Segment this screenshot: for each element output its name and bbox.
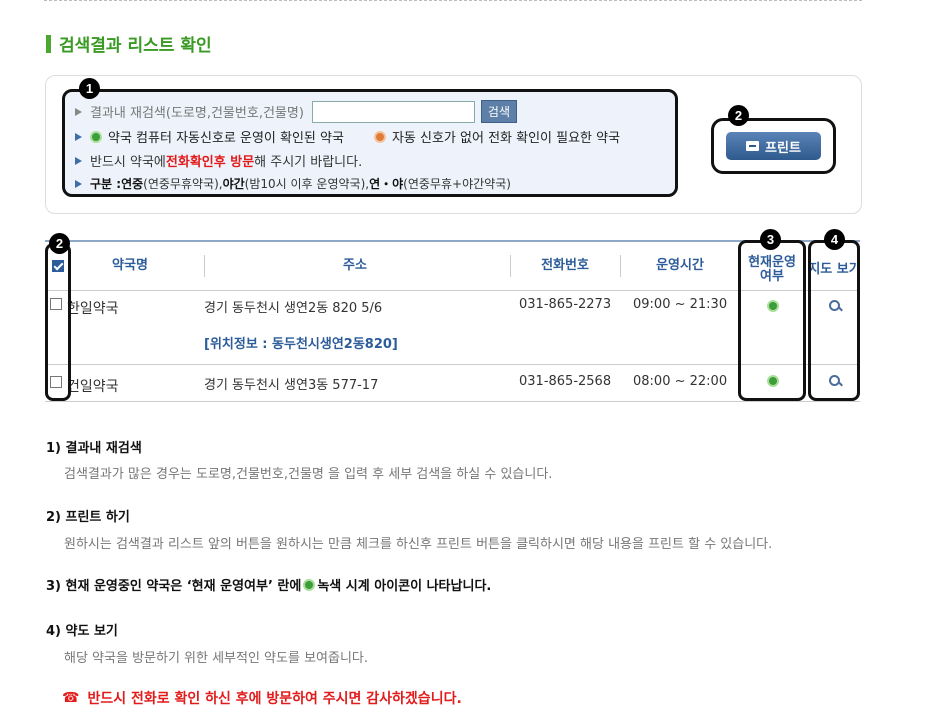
footer-text: 반드시 전화로 확인 하신 후에 방문하여 주시면 감사하겠습니다. [87, 691, 462, 707]
search-button[interactable]: 검색 [480, 100, 517, 123]
note-3-suffix: 녹색 시계 아이콘이 나타납니다. [317, 579, 492, 594]
arrow-icon [75, 156, 82, 165]
pharmacy-hours: 09:00 ~ 21:30 [633, 297, 728, 312]
legend-green-text: 약국 컴퓨터 자동신호로 운영이 확인된 약국 [108, 131, 344, 146]
print-button[interactable]: 프린트 [726, 132, 821, 160]
cat1-bold: 연중 [121, 177, 144, 191]
badge-4: 4 [824, 229, 845, 250]
status-column-highlight [738, 240, 806, 401]
header-address: 주소 [343, 258, 367, 273]
note-3-title: 3) 현재 운영중인 약국은 ‘현재 운영여부’ 란에 녹색 시계 아이콘이 나… [46, 575, 491, 594]
top-divider [44, 0, 862, 1]
notice-highlight: 전화확인후 방문 [165, 155, 255, 170]
research-label: 결과내 재검색(도로명,건물번호,건물명) [90, 106, 304, 121]
cat2-bold: 야간 [222, 177, 245, 191]
legend-row: 약국 컴퓨터 자동신호로 운영이 확인된 약국 자동 신호가 없어 전화 확인이… [75, 127, 620, 146]
note-3-prefix: 3) 현재 운영중인 약국은 ‘현재 운영여부’ 란에 [46, 579, 302, 594]
checkbox-column-highlight [45, 243, 71, 401]
cat2-desc: (밤10시 이후 운영약국), [244, 177, 370, 191]
title-bar-marker [46, 34, 51, 53]
cat3-bold: 연・야 [369, 177, 404, 191]
info-panel: 결과내 재검색(도로명,건물번호,건물명) 검색 약국 컴퓨터 자동신호로 운영… [62, 89, 678, 197]
note-1-title: 1) 결과내 재검색 [46, 441, 142, 456]
green-status-icon [90, 130, 102, 143]
pharmacy-address: 경기 동두천시 생연3동 577-17 [204, 378, 379, 393]
green-clock-icon [303, 578, 316, 591]
header-hours: 운영시간 [656, 258, 704, 273]
section-title-text: 검색결과 리스트 확인 [59, 36, 212, 56]
orange-status-icon [373, 130, 386, 143]
note-4-body: 해당 약국을 방문하기 위한 세부적인 약도를 보여줍니다. [64, 651, 369, 666]
badge-2-checkbox: 2 [49, 233, 70, 254]
printer-icon [746, 141, 760, 151]
notice-row: 반드시 약국에 전화확인후 방문 해 주시기 바랍니다. [75, 151, 362, 170]
note-2-body: 원하시는 검색결과 리스트 앞의 버튼을 원하시는 만큼 체크를 하신후 프린트… [64, 537, 773, 552]
section-title: 검색결과 리스트 확인 [46, 31, 212, 56]
category-row: 구분 : 연중 (연중무휴약국), 야간 (밤10시 이후 운영약국), 연・야… [75, 175, 511, 192]
pharmacy-phone: 031-865-2273 [519, 297, 612, 312]
map-column-highlight [808, 240, 860, 401]
notice-prefix: 반드시 약국에 [90, 155, 166, 170]
note-2-title: 2) 프린트 하기 [46, 510, 130, 525]
pharmacy-name: 건일약국 [67, 379, 119, 395]
category-label: 구분 : [90, 177, 122, 191]
research-input[interactable] [311, 100, 475, 123]
pharmacy-name: 한일약국 [67, 301, 119, 317]
research-row: 결과내 재검색(도로명,건물번호,건물명) 검색 [75, 100, 517, 123]
pharmacy-hours: 08:00 ~ 22:00 [633, 374, 728, 389]
arrow-icon [75, 132, 82, 141]
header-phone: 전화번호 [541, 258, 589, 273]
badge-1: 1 [79, 78, 100, 99]
arrow-icon [75, 179, 82, 188]
notice-suffix: 해 주시기 바랍니다. [254, 155, 363, 170]
note-1-body: 검색결과가 많은 경우는 도로명,건물번호,건물명 을 입력 후 세부 검색을 … [64, 467, 553, 482]
row-divider [45, 401, 860, 402]
badge-2-print: 2 [728, 105, 749, 126]
phone-icon: ☎ [62, 690, 80, 706]
legend-orange-text: 자동 신호가 없어 전화 확인이 필요한 약국 [391, 131, 621, 146]
cat1-desc: (연중무휴약국), [143, 177, 223, 191]
header-name: 약국명 [112, 258, 148, 273]
cat3-desc: (연중무휴+야간약국) [403, 177, 511, 191]
pharmacy-phone: 031-865-2568 [519, 374, 612, 389]
pharmacy-address: 경기 동두천시 생연2동 820 5/6 [204, 301, 383, 316]
badge-3: 3 [760, 229, 781, 250]
location-info: [위치정보 : 동두천시생연2동820] [204, 337, 398, 352]
print-button-label: 프린트 [765, 140, 801, 156]
footer-alert: ☎ 반드시 전화로 확인 하신 후에 방문하여 주시면 감사하겠습니다. [62, 688, 462, 708]
note-4-title: 4) 약도 보기 [46, 624, 118, 639]
arrow-icon [75, 107, 82, 116]
print-highlight: 프린트 [711, 118, 836, 174]
